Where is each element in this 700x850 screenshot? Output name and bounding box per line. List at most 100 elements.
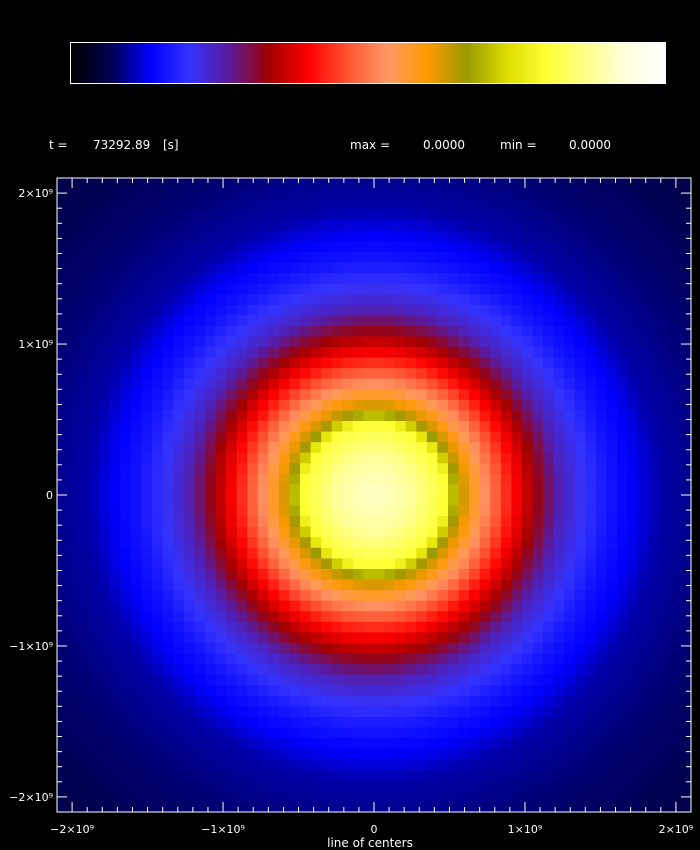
heatmap-cell — [310, 304, 322, 316]
heatmap-cell — [680, 801, 692, 813]
heatmap-cell — [384, 241, 396, 253]
heatmap-cell — [511, 621, 523, 633]
heatmap-cell — [447, 251, 460, 264]
heatmap-cell — [204, 716, 217, 729]
heatmap-cell — [574, 547, 586, 559]
heatmap-cell — [574, 780, 586, 792]
heatmap-cell — [648, 389, 660, 401]
heatmap-cell — [627, 579, 639, 591]
heatmap-cell — [500, 315, 512, 327]
heatmap-cell — [617, 590, 629, 602]
heatmap-cell — [141, 294, 153, 306]
heatmap-cell — [109, 178, 121, 190]
heatmap-cell — [585, 421, 597, 433]
heatmap-cell — [352, 579, 365, 591]
heatmap-cell — [617, 632, 629, 644]
heatmap-cell — [99, 558, 111, 570]
heatmap-cell — [374, 463, 386, 475]
heatmap-cell — [669, 495, 682, 507]
heatmap-cell — [659, 442, 671, 454]
heatmap-cell — [469, 325, 481, 338]
heatmap-cell — [321, 452, 333, 464]
heatmap-cell — [437, 241, 449, 253]
heatmap-cell — [88, 495, 100, 507]
heatmap-cell — [99, 706, 111, 718]
heatmap-cell — [384, 695, 396, 707]
heatmap-cell — [141, 251, 153, 264]
heatmap-cell — [553, 188, 565, 200]
heatmap-cell — [78, 716, 90, 729]
heatmap-cell — [426, 505, 438, 517]
heatmap-cell — [384, 495, 396, 507]
heatmap-cell — [543, 790, 555, 803]
heatmap-cell — [321, 664, 333, 676]
heatmap-cell — [194, 421, 206, 433]
heatmap-cell — [78, 273, 90, 285]
heatmap-cell — [310, 495, 322, 507]
heatmap-cell — [458, 600, 470, 612]
heatmap-cell — [532, 241, 544, 253]
heatmap-cell — [257, 716, 269, 729]
heatmap-cell — [500, 621, 512, 633]
heatmap-cell — [447, 315, 460, 327]
heatmap-cell — [469, 368, 481, 380]
heatmap-cell — [469, 579, 481, 591]
heatmap-cell — [395, 230, 407, 242]
heatmap-cell — [574, 431, 586, 443]
heatmap-cell — [215, 674, 227, 686]
heatmap-cell — [247, 695, 259, 707]
heatmap-cell — [300, 410, 312, 422]
heatmap-cell — [669, 526, 682, 538]
heatmap-cell — [564, 336, 576, 348]
heatmap-cell — [226, 315, 238, 327]
heatmap-cell — [331, 769, 343, 781]
heatmap-cell — [162, 230, 174, 242]
heatmap-cell — [152, 769, 164, 781]
heatmap-cell — [130, 431, 143, 443]
heatmap-cell — [268, 695, 280, 707]
heatmap-cell — [331, 738, 343, 750]
heatmap-cell — [300, 611, 312, 623]
heatmap-cell — [173, 780, 185, 792]
heatmap-cell — [78, 357, 90, 369]
heatmap-cell — [416, 600, 428, 612]
heatmap-cell — [88, 664, 100, 676]
heatmap-cell — [638, 199, 650, 211]
heatmap-cell — [183, 209, 195, 221]
heatmap-cell — [57, 283, 69, 295]
heatmap-cell — [352, 780, 365, 792]
heatmap-cell — [204, 759, 217, 771]
heatmap-cell — [416, 642, 428, 655]
heatmap-cell — [268, 336, 280, 348]
heatmap-cell — [648, 653, 660, 665]
heatmap-cell — [564, 473, 576, 486]
heatmap-cell — [500, 695, 512, 707]
heatmap-cell — [447, 463, 460, 475]
heatmap-cell — [141, 199, 153, 211]
heatmap-cell — [416, 738, 428, 750]
heatmap-cell — [553, 357, 565, 369]
heatmap-cell — [564, 653, 576, 665]
heatmap-cell — [321, 442, 333, 454]
heatmap-cell — [543, 537, 555, 549]
heatmap-cell — [585, 526, 597, 538]
heatmap-cell — [511, 653, 523, 665]
heatmap-cell — [606, 738, 618, 750]
heatmap-cell — [152, 642, 164, 655]
heatmap-cell — [511, 780, 523, 792]
heatmap-cell — [278, 452, 291, 464]
heatmap-cell — [194, 357, 206, 369]
heatmap-cell — [204, 748, 217, 760]
heatmap-cell — [321, 568, 333, 581]
heatmap-cell — [648, 759, 660, 771]
heatmap-cell — [564, 368, 576, 380]
heatmap-cell — [500, 537, 512, 549]
heatmap-cell — [173, 505, 185, 517]
heatmap-cell — [595, 251, 608, 264]
heatmap-cell — [215, 178, 227, 190]
heatmap-cell — [226, 537, 238, 549]
heatmap-cell — [310, 780, 322, 792]
heatmap-cell — [447, 759, 460, 771]
heatmap-cell — [363, 558, 375, 570]
heatmap-cell — [300, 273, 312, 285]
